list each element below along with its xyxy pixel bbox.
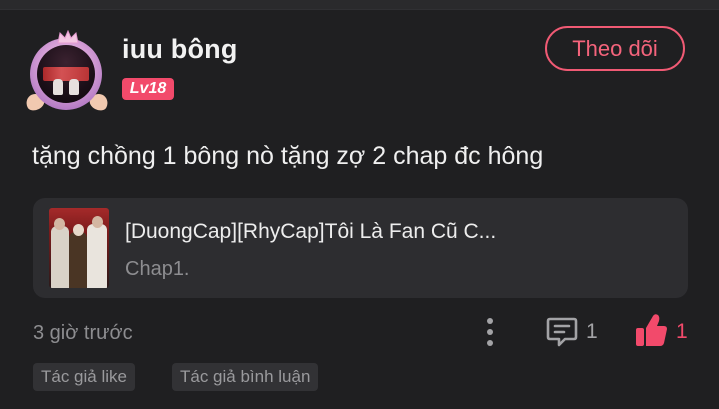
comic-thumbnail <box>49 208 109 288</box>
reply-button[interactable]: 1 <box>545 315 605 349</box>
more-options-button[interactable] <box>480 316 500 348</box>
username[interactable]: iuu bông <box>122 34 238 65</box>
thumbs-up-icon <box>636 314 667 346</box>
avatar[interactable] <box>23 30 111 114</box>
comment-text: tặng chồng 1 bông nò tặng zợ 2 chap đc h… <box>32 142 544 170</box>
author-like-tag: Tác giả like <box>33 363 135 391</box>
comic-card[interactable]: [DuongCap][RhyCap]Tôi Là Fan Cũ C... Cha… <box>33 198 688 298</box>
top-divider <box>0 0 719 10</box>
like-button[interactable]: 1 <box>634 313 694 351</box>
follow-button[interactable]: Theo dõi <box>545 26 685 71</box>
reply-count: 1 <box>586 320 598 343</box>
level-badge: Lv18 <box>122 78 174 100</box>
comment-timestamp: 3 giờ trước <box>33 322 133 344</box>
avatar-photo <box>37 45 95 103</box>
comment-icon <box>546 317 578 347</box>
comic-title: [DuongCap][RhyCap]Tôi Là Fan Cũ C... <box>125 220 497 243</box>
more-vertical-icon <box>487 318 493 346</box>
like-count: 1 <box>676 320 688 343</box>
author-reply-tag: Tác giả bình luận <box>172 363 319 391</box>
comic-chapter: Chap1. <box>125 258 190 280</box>
crown-icon <box>57 30 79 44</box>
